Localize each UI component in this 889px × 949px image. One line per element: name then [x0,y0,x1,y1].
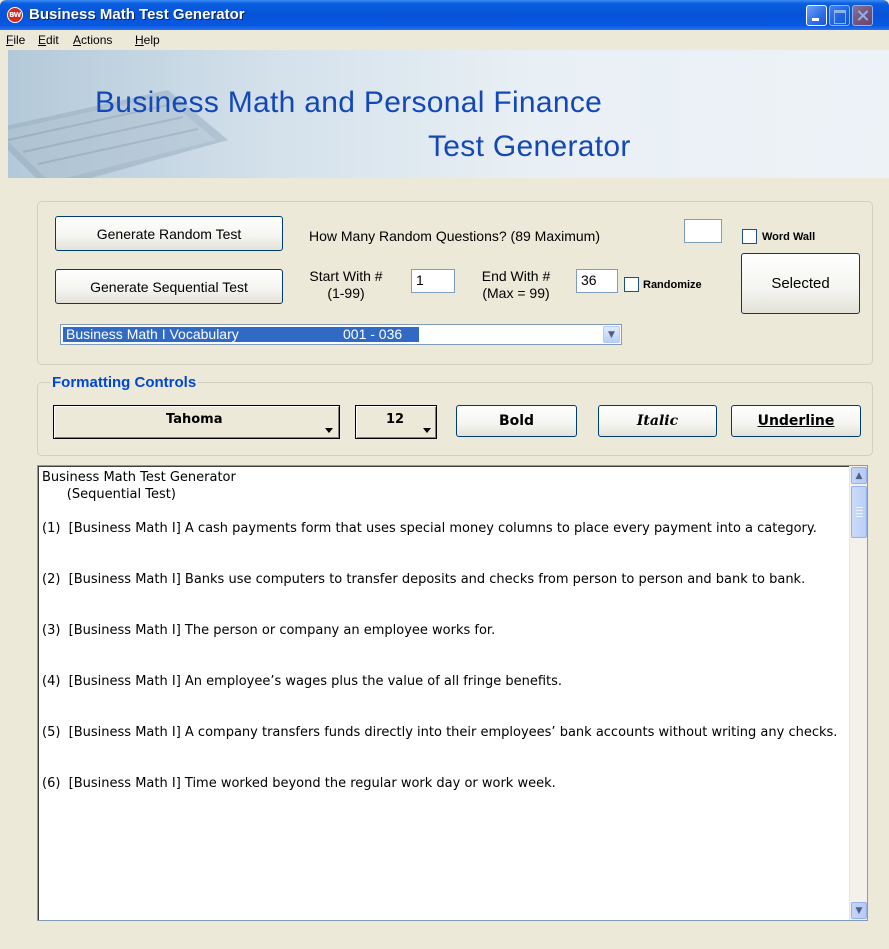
chevron-down-icon[interactable]: ▼ [603,326,620,343]
test-output-content: Business Math Test Generator (Sequential… [42,469,847,792]
question-item: (5) [Business Math I] A company transfer… [42,725,838,740]
question-item: (6) [Business Math I] Time worked beyond… [42,776,556,791]
output-header-line2: (Sequential Test) [42,487,176,502]
font-size-dropdown[interactable]: 12 [355,405,437,439]
maximize-icon[interactable] [829,5,850,26]
menu-actions[interactable]: Actions [73,33,112,47]
question-item: (3) [Business Math I] The person or comp… [42,623,496,638]
font-size-value: 12 [386,412,405,427]
generate-sequential-test-button[interactable]: Generate Sequential Test [55,269,283,304]
question-item: (4) [Business Math I] An employee’s wage… [42,674,563,689]
randomize-checkbox[interactable] [624,277,639,292]
word-wall-checkbox[interactable] [742,229,757,244]
banner-title-line2: Test Generator [428,130,631,163]
banner-title-line1: Business Math and Personal Finance [95,86,603,119]
window-title: Business Math Test Generator [29,6,245,23]
menu-bar: File Edit Actions Help [0,30,889,50]
selected-button[interactable]: Selected [741,253,860,314]
end-with-input[interactable]: 36 [576,269,618,293]
menu-file[interactable]: File [6,33,25,47]
scroll-down-icon[interactable]: ▼ [851,902,867,919]
how-many-questions-label: How Many Random Questions? (89 Maximum) [309,228,600,244]
italic-button[interactable]: Italic [598,405,717,437]
question-category-selected: Business Math I Vocabulary 001 - 036 [63,327,419,342]
font-family-dropdown[interactable]: Tahoma [53,405,340,439]
dropdown-arrow-icon [325,428,333,433]
output-header-line1: Business Math Test Generator [42,470,236,485]
randomize-label: Randomize [643,279,702,291]
vertical-scrollbar[interactable]: ▲ ▼ [849,466,867,920]
question-item: (1) [Business Math I] A cash payments fo… [42,521,817,536]
font-family-value: Tahoma [166,412,223,427]
bold-button[interactable]: Bold [456,405,577,437]
dropdown-arrow-icon [423,428,431,433]
formatting-controls-legend: Formatting Controls [50,374,199,391]
scroll-up-icon[interactable]: ▲ [851,467,867,484]
title-bar[interactable]: BW Business Math Test Generator [0,0,889,30]
generate-random-test-button[interactable]: Generate Random Test [55,216,283,251]
start-with-label: Start With # (1-99) [309,268,383,301]
word-wall-label: Word Wall [762,231,816,243]
end-with-label: End With # (Max = 99) [481,268,551,301]
scrollbar-thumb[interactable] [851,486,867,538]
question-item: (2) [Business Math I] Banks use computer… [42,572,806,587]
header-banner: Business Math and Personal Finance Test … [8,50,889,178]
how-many-questions-input[interactable] [684,219,722,243]
menu-edit[interactable]: Edit [38,33,59,47]
start-with-input[interactable]: 1 [411,269,455,293]
underline-button[interactable]: Underline [731,405,861,437]
minimize-icon[interactable] [806,5,827,26]
menu-help[interactable]: Help [135,33,160,47]
question-category-select[interactable]: Business Math I Vocabulary 001 - 036 ▼ [60,324,622,345]
app-icon[interactable]: BW [7,7,23,23]
close-icon[interactable] [852,5,873,26]
test-output-textarea[interactable]: Business Math Test Generator (Sequential… [37,465,868,921]
